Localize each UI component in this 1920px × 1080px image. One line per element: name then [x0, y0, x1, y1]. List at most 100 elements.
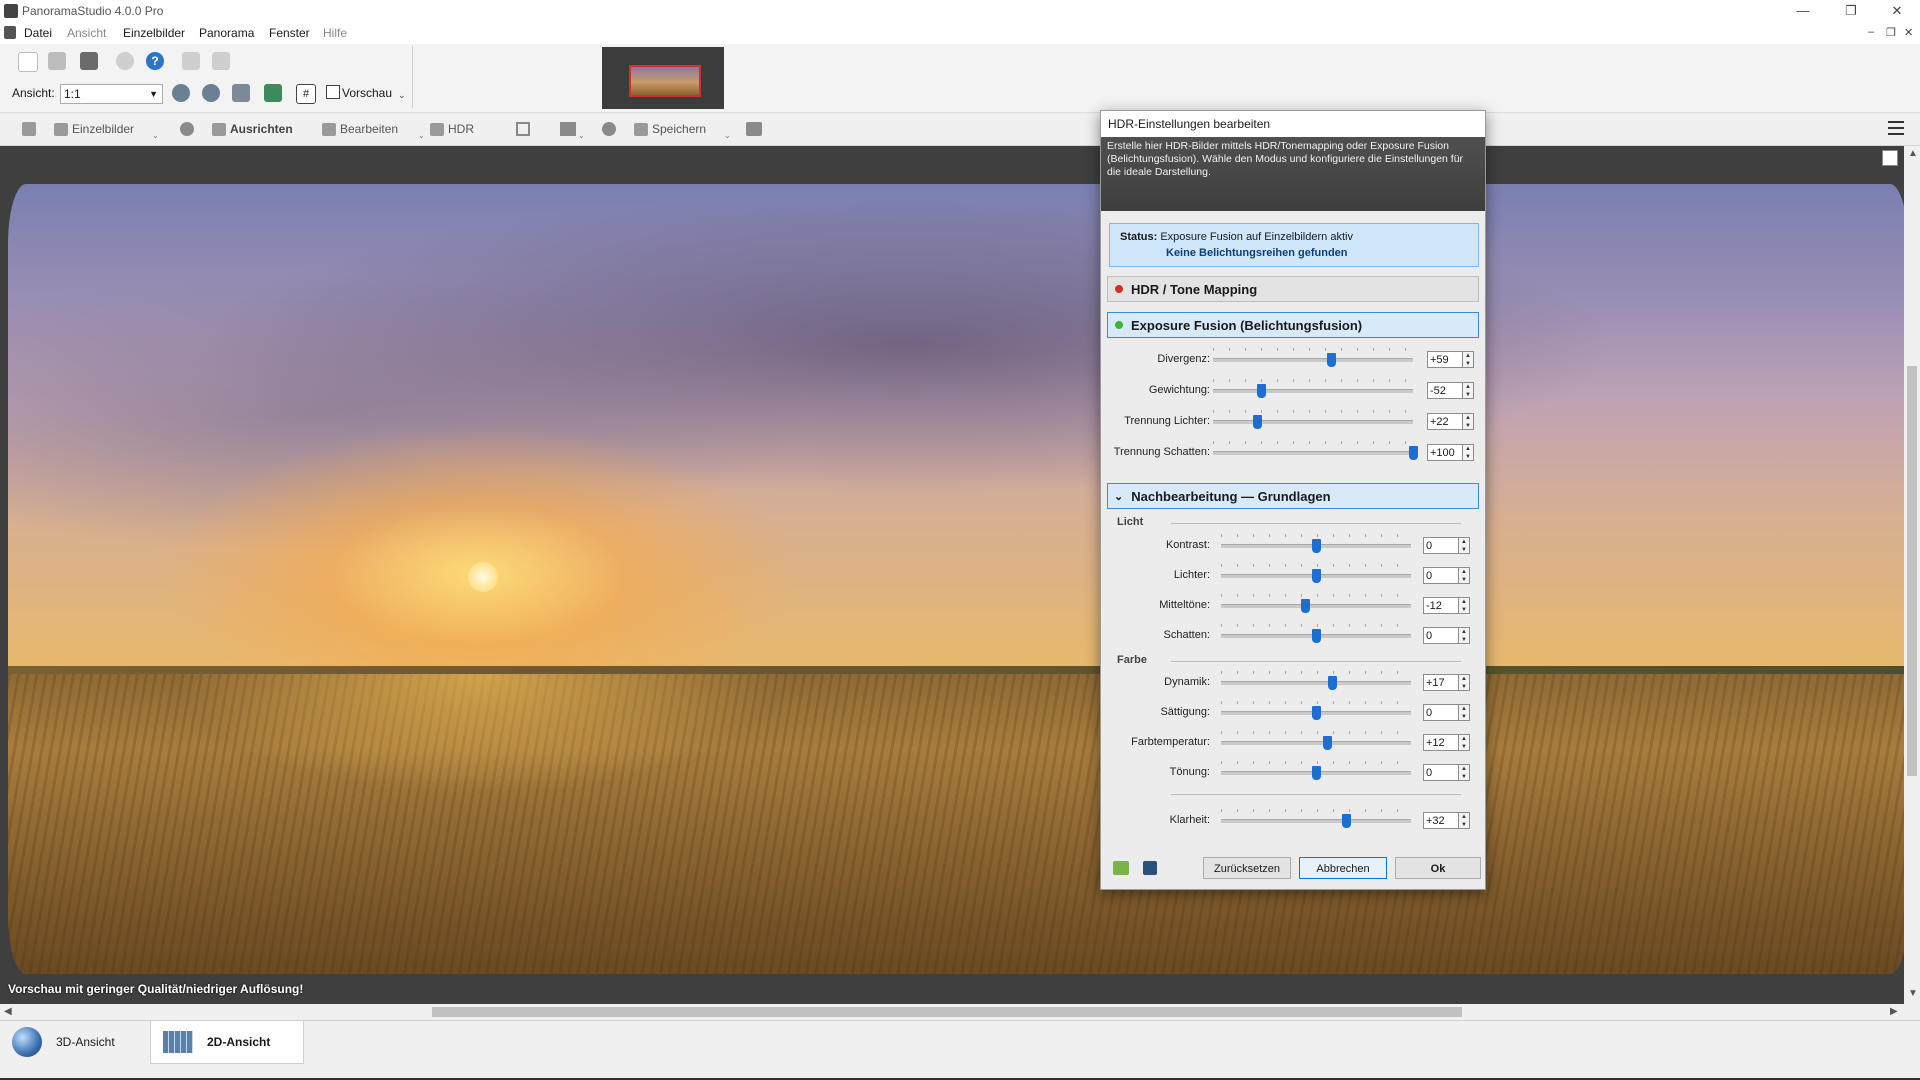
spin-buttons[interactable]: ▲ ▼	[1459, 674, 1470, 691]
slider-track[interactable]	[1213, 358, 1413, 362]
chevron-down-icon[interactable]: ⌄	[152, 131, 159, 140]
menu-hilfe[interactable]: Hilfe	[323, 26, 347, 40]
menu-ansicht[interactable]: Ansicht	[67, 26, 106, 40]
vertical-scroll-thumb[interactable]	[1907, 366, 1917, 776]
zoom-in-icon[interactable]	[172, 84, 190, 102]
chevron-down-icon[interactable]: ⌄	[418, 131, 425, 140]
scroll-down-icon[interactable]: ▼	[1908, 988, 1918, 999]
section-post-processing[interactable]: ⌄ Nachbearbeitung — Grundlagen	[1107, 483, 1479, 509]
add-images-icon[interactable]	[22, 122, 36, 136]
scroll-right-icon[interactable]: ▶	[1890, 1006, 1898, 1017]
slider-thumb[interactable]	[1312, 539, 1321, 553]
value-input[interactable]: +32	[1423, 812, 1459, 829]
vertical-scrollbar[interactable]: ▲ ▼	[1904, 146, 1920, 1004]
spin-buttons[interactable]: ▲ ▼	[1459, 597, 1470, 614]
spin-buttons[interactable]: ▲ ▼	[1463, 413, 1474, 430]
print-icon[interactable]	[746, 122, 762, 136]
help-icon[interactable]: ?	[146, 52, 164, 70]
section-hdr-tone-mapping[interactable]: HDR / Tone Mapping	[1107, 276, 1479, 302]
menu-fenster[interactable]: Fenster	[269, 26, 310, 40]
menu-datei[interactable]: Datei	[24, 26, 52, 40]
slider-thumb[interactable]	[1327, 353, 1336, 367]
spin-buttons[interactable]: ▲ ▼	[1463, 444, 1474, 461]
tab-speichern[interactable]: Speichern	[634, 122, 706, 136]
slider-track[interactable]	[1221, 681, 1411, 685]
ok-button[interactable]: Ok	[1395, 857, 1481, 879]
slider-thumb[interactable]	[1301, 599, 1310, 613]
preview-checkbox[interactable]	[326, 85, 340, 99]
fullscreen-toggle[interactable]	[1882, 150, 1898, 166]
section-exposure-fusion[interactable]: Exposure Fusion (Belichtungsfusion)	[1107, 312, 1479, 338]
slider-track[interactable]	[1213, 389, 1413, 393]
value-input[interactable]: 0	[1423, 764, 1459, 781]
image-view-icon[interactable]	[264, 84, 282, 102]
mdi-minimize-button[interactable]: –	[1868, 26, 1874, 38]
export-icon[interactable]	[560, 122, 576, 136]
slider-thumb[interactable]	[1312, 706, 1321, 720]
slider-track[interactable]	[1221, 819, 1411, 823]
tab-einzelbilder[interactable]: Einzelbilder	[54, 122, 134, 136]
panorama-canvas[interactable]: Vorschau mit geringer Qualität/niedriger…	[0, 146, 1920, 1004]
chevron-down-icon[interactable]: ⌄	[724, 131, 731, 140]
value-input[interactable]: 0	[1423, 567, 1459, 584]
slider-thumb[interactable]	[1409, 446, 1418, 460]
slider-thumb[interactable]	[1323, 736, 1332, 750]
stitch-icon[interactable]	[180, 122, 194, 136]
spin-buttons[interactable]: ▲ ▼	[1459, 704, 1470, 721]
tab-hdr[interactable]: HDR	[430, 122, 474, 136]
spin-buttons[interactable]: ▲ ▼	[1463, 351, 1474, 368]
scroll-up-icon[interactable]: ▲	[1908, 148, 1918, 159]
info-icon[interactable]	[116, 52, 134, 70]
tab-3d-view[interactable]: 3D-Ansicht	[0, 1021, 150, 1063]
value-input[interactable]: -12	[1423, 597, 1459, 614]
crop-icon[interactable]	[516, 122, 530, 136]
horizontal-scroll-thumb[interactable]	[432, 1007, 1462, 1017]
undo-icon[interactable]	[182, 52, 200, 70]
value-input[interactable]: +17	[1423, 674, 1459, 691]
cancel-button[interactable]: Abbrechen	[1299, 857, 1387, 879]
scroll-left-icon[interactable]: ◀	[4, 1006, 12, 1017]
horizontal-scrollbar[interactable]: ◀ ▶	[0, 1004, 1920, 1020]
value-input[interactable]: 0	[1423, 627, 1459, 644]
grid-icon[interactable]: #	[296, 84, 316, 104]
panorama-thumbnail[interactable]	[629, 65, 701, 97]
view-select[interactable]: 1:1 ▼	[60, 84, 163, 104]
maximize-button[interactable]: ❐	[1830, 0, 1872, 22]
tab-2d-view[interactable]: 2D-Ansicht	[150, 1021, 304, 1064]
publish-icon[interactable]	[602, 122, 616, 136]
slider-thumb[interactable]	[1312, 766, 1321, 780]
new-icon[interactable]	[18, 52, 38, 72]
slider-track[interactable]	[1221, 604, 1411, 608]
spin-buttons[interactable]: ▲ ▼	[1459, 764, 1470, 781]
slider-thumb[interactable]	[1312, 569, 1321, 583]
slider-track[interactable]	[1213, 451, 1413, 455]
spin-buttons[interactable]: ▲ ▼	[1459, 567, 1470, 584]
zoom-out-icon[interactable]	[202, 84, 220, 102]
spin-buttons[interactable]: ▲ ▼	[1463, 382, 1474, 399]
value-input[interactable]: -52	[1427, 382, 1463, 399]
slider-thumb[interactable]	[1253, 415, 1262, 429]
value-input[interactable]: +59	[1427, 351, 1463, 368]
load-preset-icon[interactable]	[1113, 861, 1129, 875]
fit-window-icon[interactable]	[232, 84, 250, 102]
mdi-restore-button[interactable]: ❐	[1886, 26, 1896, 39]
slider-thumb[interactable]	[1257, 384, 1266, 398]
spin-buttons[interactable]: ▲ ▼	[1459, 734, 1470, 751]
spin-buttons[interactable]: ▲ ▼	[1459, 537, 1470, 554]
value-input[interactable]: 0	[1423, 704, 1459, 721]
slider-thumb[interactable]	[1342, 814, 1351, 828]
redo-icon[interactable]	[212, 52, 230, 70]
minimize-button[interactable]: —	[1782, 0, 1824, 22]
close-button[interactable]: ✕	[1876, 0, 1918, 22]
chevron-down-icon[interactable]: ⌄	[398, 90, 406, 101]
save-preset-icon[interactable]	[1143, 861, 1157, 875]
value-input[interactable]: +22	[1427, 413, 1463, 430]
hamburger-menu-icon[interactable]	[1888, 121, 1904, 135]
print-icon[interactable]	[48, 52, 66, 70]
tab-bearbeiten[interactable]: Bearbeiten	[322, 122, 398, 136]
reset-button[interactable]: Zurücksetzen	[1203, 857, 1291, 879]
tab-ausrichten[interactable]: Ausrichten	[212, 122, 293, 136]
menu-panorama[interactable]: Panorama	[199, 26, 254, 40]
mdi-close-button[interactable]: ✕	[1904, 26, 1913, 39]
slider-track[interactable]	[1213, 420, 1413, 424]
